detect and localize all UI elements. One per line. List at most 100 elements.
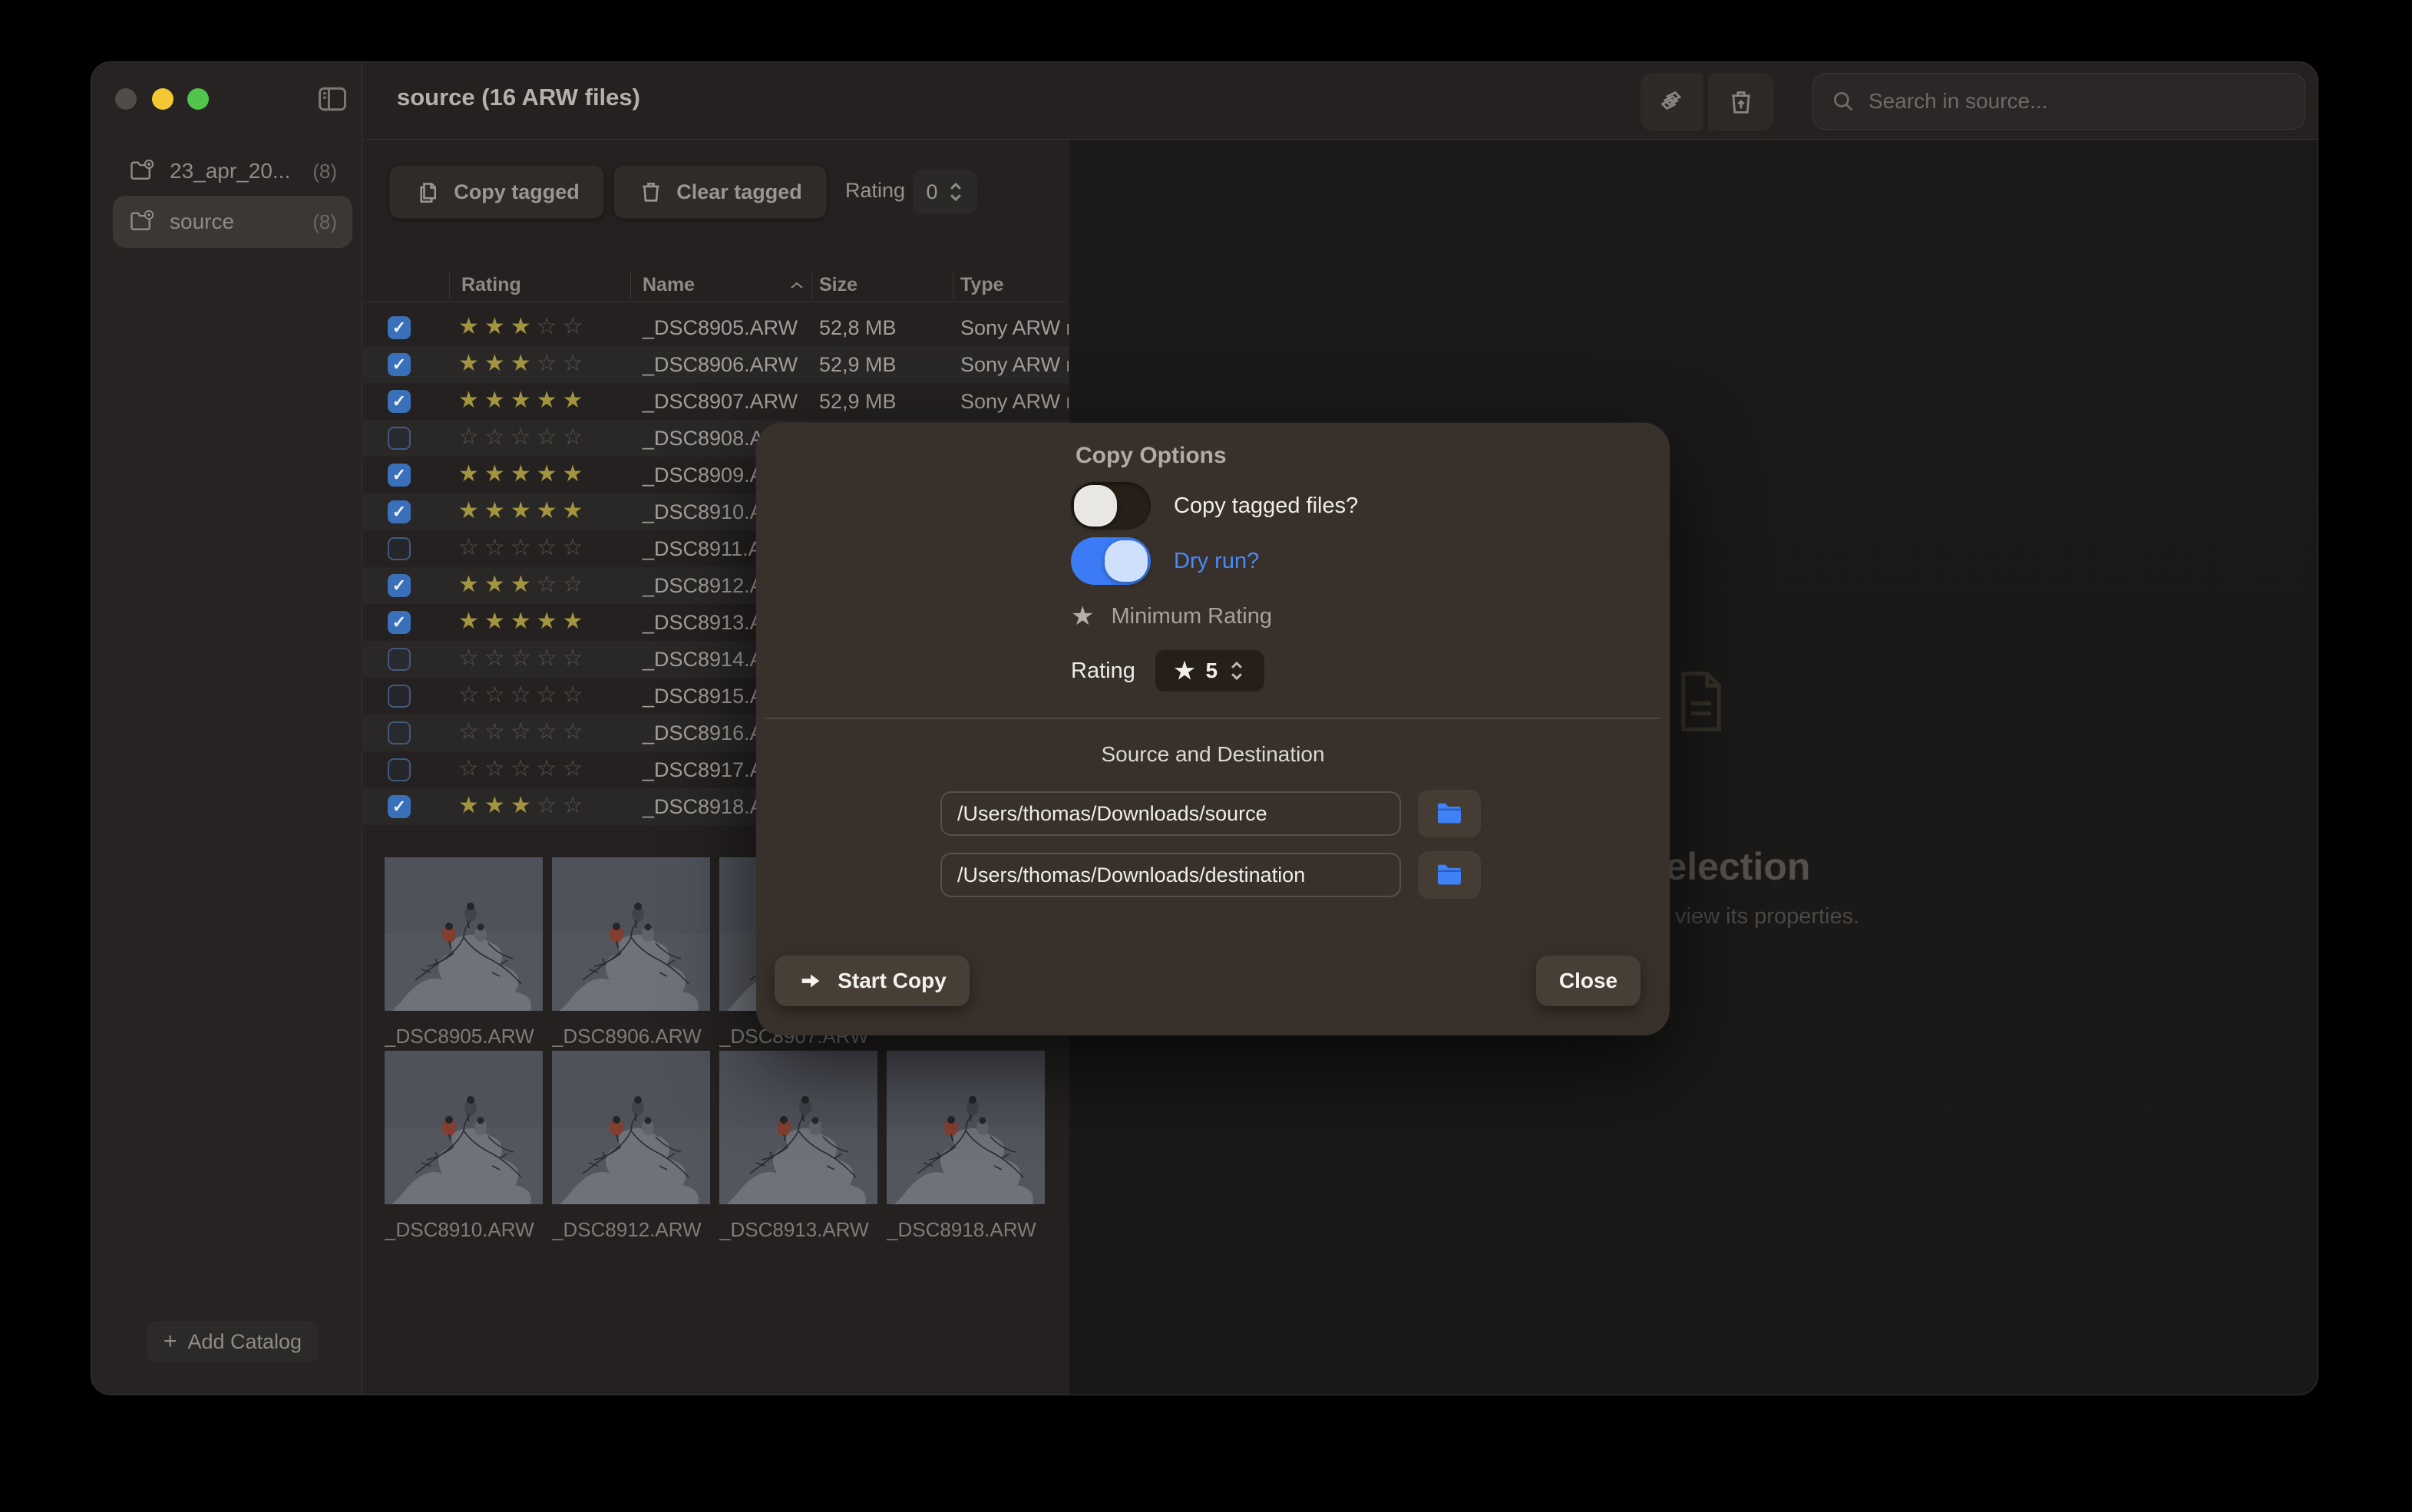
- start-copy-button[interactable]: Start Copy: [775, 956, 970, 1006]
- row-rating-stars[interactable]: ☆☆☆☆☆: [458, 534, 589, 561]
- arrow-right-icon: [798, 968, 824, 994]
- row-rating-stars[interactable]: ★★★☆☆: [458, 792, 589, 819]
- rating-value: 5: [1205, 659, 1218, 683]
- row-rating-stars[interactable]: ★★★★★: [458, 387, 589, 414]
- destination-path-input[interactable]: [940, 853, 1401, 897]
- catalog-name: 23_apr_20...: [170, 159, 290, 183]
- row-rating-stars[interactable]: ☆☆☆☆☆: [458, 645, 589, 672]
- thumbnail-item[interactable]: _DSC8910.ARW: [385, 1051, 543, 1242]
- row-checkbox[interactable]: ✓: [388, 795, 411, 818]
- header-rating[interactable]: Rating: [461, 274, 521, 296]
- thumbnail-item[interactable]: _DSC8905.ARW: [385, 857, 543, 1048]
- row-rating-stars[interactable]: ☆☆☆☆☆: [458, 682, 589, 708]
- search-input[interactable]: [1868, 89, 2288, 114]
- table-row[interactable]: ✓ ★★★☆☆ _DSC8906.ARW 52,9 MB Sony ARW r: [362, 346, 1069, 383]
- dialog-divider: [765, 718, 1660, 719]
- row-checkbox[interactable]: ✓: [388, 353, 411, 376]
- row-type: Sony ARW r: [960, 390, 1069, 414]
- row-rating-stars[interactable]: ★★★☆☆: [458, 571, 589, 598]
- thumbnail-label: _DSC8905.ARW: [385, 1025, 543, 1048]
- copy-tagged-toggle[interactable]: [1071, 482, 1151, 530]
- copy-options-dialog: Copy Options Copy tagged files? Dry run?…: [756, 423, 1670, 1035]
- header-name[interactable]: Name: [643, 274, 695, 296]
- close-label: Close: [1559, 969, 1617, 993]
- sidebar-toggle-icon[interactable]: [316, 82, 349, 116]
- destination-path-row: [940, 851, 1481, 899]
- catalog-name: source: [170, 210, 234, 234]
- folder-icon: [1434, 798, 1465, 829]
- thumbnail-item[interactable]: _DSC8912.ARW: [552, 1051, 710, 1242]
- row-size: 52,9 MB: [819, 390, 897, 414]
- zoom-window-button[interactable]: [187, 88, 209, 110]
- minimum-rating-row: ★ Minimum Rating: [1071, 601, 1272, 632]
- sidebar-catalog-item[interactable]: source (8): [113, 196, 352, 248]
- row-rating-stars[interactable]: ★★★☆☆: [458, 350, 589, 377]
- thumbnail-item[interactable]: _DSC8913.ARW: [719, 1051, 877, 1242]
- rating-picker-row: Rating ★ 5: [1071, 650, 1264, 692]
- dry-run-toggle[interactable]: [1071, 537, 1151, 585]
- row-checkbox[interactable]: [388, 537, 411, 560]
- header-type[interactable]: Type: [960, 274, 1004, 296]
- clear-action-button[interactable]: [1708, 73, 1774, 131]
- row-rating-stars[interactable]: ★★★☆☆: [458, 313, 589, 340]
- header-size[interactable]: Size: [819, 274, 857, 296]
- row-checkbox[interactable]: ✓: [388, 500, 411, 523]
- copy-tagged-row: Copy tagged files?: [1071, 482, 1358, 530]
- window-title: source (16 ARW files): [397, 84, 640, 111]
- row-rating-stars[interactable]: ★★★★★: [458, 608, 589, 635]
- copy-action-button[interactable]: [1640, 73, 1703, 131]
- document-icon: [1677, 669, 1725, 734]
- add-catalog-button[interactable]: + Add Catalog: [147, 1321, 319, 1362]
- thumbnail-label: _DSC8910.ARW: [385, 1218, 543, 1242]
- search-icon: [1830, 88, 1856, 114]
- source-path-row: [940, 790, 1481, 837]
- row-checkbox[interactable]: ✓: [388, 390, 411, 413]
- star-icon: ★: [1175, 658, 1195, 685]
- source-destination-heading: Source and Destination: [756, 742, 1670, 767]
- row-rating-stars[interactable]: ☆☆☆☆☆: [458, 755, 589, 782]
- row-checkbox[interactable]: [388, 758, 411, 781]
- thumbnail-item[interactable]: _DSC8918.ARW: [887, 1051, 1045, 1242]
- choose-source-folder-button[interactable]: [1418, 790, 1481, 837]
- table-row[interactable]: ✓ ★★★★★ _DSC8907.ARW 52,9 MB Sony ARW r: [362, 383, 1069, 420]
- search-field[interactable]: [1812, 73, 2305, 130]
- source-path-input[interactable]: [940, 791, 1401, 836]
- row-checkbox[interactable]: ✓: [388, 611, 411, 634]
- close-window-button[interactable]: [115, 88, 137, 110]
- thumbnail-image: [887, 1051, 1045, 1204]
- row-checkbox[interactable]: [388, 427, 411, 450]
- row-rating-stars[interactable]: ☆☆☆☆☆: [458, 424, 589, 451]
- copy-tagged-files-label: Copy tagged files?: [1174, 494, 1358, 519]
- row-type: Sony ARW r: [960, 316, 1069, 340]
- thumbnail-label: _DSC8918.ARW: [887, 1218, 1045, 1242]
- dry-run-row: Dry run?: [1071, 537, 1259, 585]
- row-rating-stars[interactable]: ☆☆☆☆☆: [458, 718, 589, 745]
- thumbnail-item[interactable]: _DSC8906.ARW: [552, 857, 710, 1048]
- minimize-window-button[interactable]: [152, 88, 173, 110]
- catalog-count: (8): [312, 210, 337, 234]
- catalog-count: (8): [312, 160, 337, 183]
- sidebar-catalog-item[interactable]: 23_apr_20... (8): [113, 145, 352, 197]
- row-rating-stars[interactable]: ★★★★★: [458, 461, 589, 487]
- row-size: 52,8 MB: [819, 316, 897, 340]
- thumbnail-image: [385, 857, 543, 1011]
- trash-upload-icon: [1726, 87, 1756, 117]
- sidebar: 23_apr_20... (8) source (8) + Add Catalo…: [91, 62, 362, 1395]
- row-checkbox[interactable]: [388, 648, 411, 671]
- rating-picker[interactable]: ★ 5: [1155, 650, 1264, 692]
- table-row[interactable]: ✓ ★★★☆☆ _DSC8905.ARW 52,8 MB Sony ARW r: [362, 309, 1069, 346]
- close-button[interactable]: Close: [1536, 956, 1640, 1006]
- row-checkbox[interactable]: [388, 721, 411, 744]
- row-checkbox[interactable]: ✓: [388, 574, 411, 597]
- row-rating-stars[interactable]: ★★★★★: [458, 497, 589, 524]
- row-checkbox[interactable]: [388, 685, 411, 708]
- row-checkbox[interactable]: ✓: [388, 316, 411, 339]
- rating-label: Rating: [1071, 659, 1135, 684]
- choose-destination-folder-button[interactable]: [1418, 851, 1481, 899]
- thumbnail-label: _DSC8912.ARW: [552, 1218, 710, 1242]
- layers-icon: [1657, 87, 1687, 117]
- thumbnail-image: [719, 1051, 877, 1204]
- folder-icon: [1434, 860, 1465, 890]
- thumbnail-label: _DSC8906.ARW: [552, 1025, 710, 1048]
- row-checkbox[interactable]: ✓: [388, 464, 411, 487]
